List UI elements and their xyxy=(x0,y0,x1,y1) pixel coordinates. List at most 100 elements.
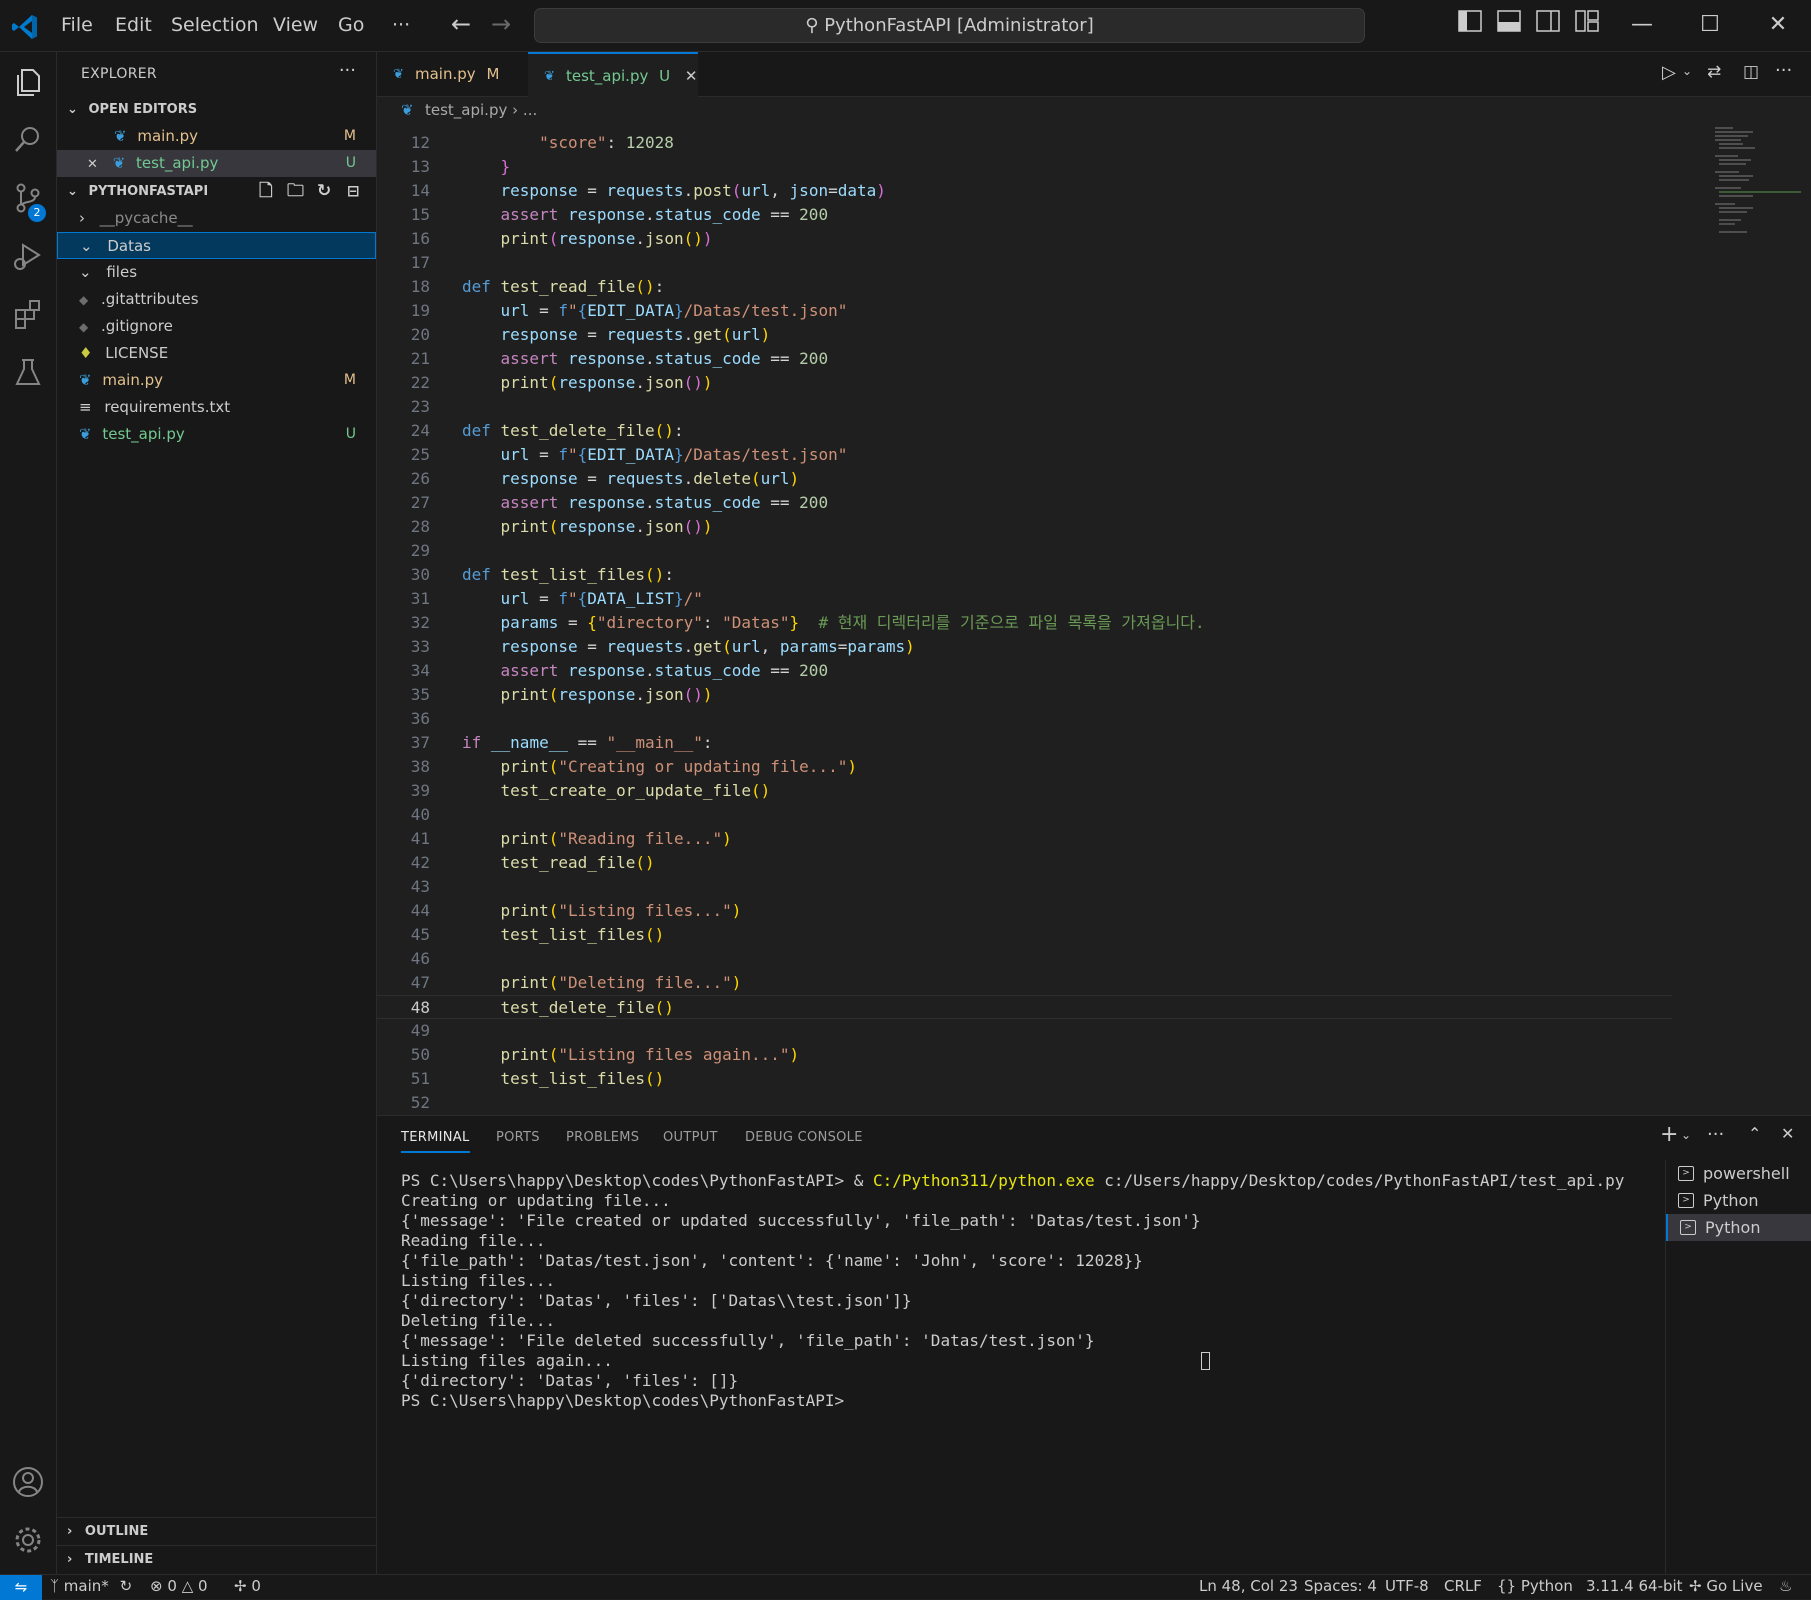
code-line[interactable]: 20 response = requests.get(url) xyxy=(377,323,1677,347)
tree-item-files[interactable]: ⌄ files xyxy=(57,259,376,286)
terminal-dropdown-chevron-icon[interactable]: ⌄ xyxy=(1681,1128,1691,1142)
code-line[interactable]: 17 xyxy=(377,251,1677,275)
panel-more-actions-icon[interactable]: ··· xyxy=(1707,1124,1724,1145)
language-mode[interactable]: {} Python xyxy=(1497,1577,1573,1595)
search-icon[interactable] xyxy=(10,122,46,158)
code-line[interactable]: 52 xyxy=(377,1091,1677,1115)
tree-item-license[interactable]: ♦ LICENSE xyxy=(57,340,376,367)
menu-more[interactable]: ··· xyxy=(392,14,410,36)
tab-terminal[interactable]: TERMINAL xyxy=(401,1130,470,1153)
menu-go[interactable]: Go xyxy=(338,14,364,36)
tree-item-test-api-py[interactable]: ❦ test_api.py U xyxy=(57,421,376,448)
minimap[interactable] xyxy=(1713,125,1803,245)
go-live-button[interactable]: ✢ Go Live xyxy=(1689,1577,1763,1595)
code-line[interactable]: 50 print("Listing files again...") xyxy=(377,1043,1677,1067)
code-line[interactable]: 45 test_list_files() xyxy=(377,923,1677,947)
code-line[interactable]: 51 test_list_files() xyxy=(377,1067,1677,1091)
minimize-icon[interactable]: — xyxy=(1627,10,1657,40)
maximize-icon[interactable]: ☐ xyxy=(1695,10,1725,40)
manage-gear-icon[interactable] xyxy=(10,1522,46,1558)
code-line[interactable]: 13 } xyxy=(377,155,1677,179)
code-line[interactable]: 31 url = f"{DATA_LIST}/" xyxy=(377,587,1677,611)
code-line[interactable]: 22 print(response.json()) xyxy=(377,371,1677,395)
code-line[interactable]: 25 url = f"{EDIT_DATA}/Datas/test.json" xyxy=(377,443,1677,467)
tab-debug-console[interactable]: DEBUG CONSOLE xyxy=(745,1130,863,1145)
code-line[interactable]: 33 response = requests.get(url, params=p… xyxy=(377,635,1677,659)
code-line[interactable]: 40 xyxy=(377,803,1677,827)
code-line[interactable]: 38 print("Creating or updating file...") xyxy=(377,755,1677,779)
toggle-primary-sidebar-icon[interactable] xyxy=(1455,10,1485,40)
toggle-secondary-sidebar-icon[interactable] xyxy=(1533,10,1563,40)
terminal-instance-powershell[interactable]: > powershell xyxy=(1666,1160,1811,1187)
vscode-logo-icon[interactable] xyxy=(10,12,40,42)
code-line[interactable]: 35 print(response.json()) xyxy=(377,683,1677,707)
open-editor-test-api-py[interactable]: ✕ ❦ test_api.py U xyxy=(57,150,376,177)
code-line[interactable]: 23 xyxy=(377,395,1677,419)
tree-item-main-py[interactable]: ❦ main.py M xyxy=(57,367,376,394)
project-header[interactable]: ⌄ PYTHONFASTAPI 🗋 🗀 ↻ ⊟ xyxy=(57,178,376,205)
cursor-position[interactable]: Ln 48, Col 23 xyxy=(1199,1577,1298,1595)
terminal-instance-python-active[interactable]: > Python xyxy=(1666,1214,1811,1241)
code-line[interactable]: 44 print("Listing files...") xyxy=(377,899,1677,923)
accounts-icon[interactable] xyxy=(10,1464,46,1500)
code-line[interactable]: 32 params = {"directory": "Datas"} # 현재 … xyxy=(377,611,1677,635)
code-line[interactable]: 18 def test_read_file(): xyxy=(377,275,1677,299)
run-dropdown-chevron-icon[interactable]: ⌄ xyxy=(1682,64,1692,78)
code-line[interactable]: 30 def test_list_files(): xyxy=(377,563,1677,587)
code-line[interactable]: 42 test_read_file() xyxy=(377,851,1677,875)
code-line[interactable]: 46 xyxy=(377,947,1677,971)
close-tab-icon[interactable]: ✕ xyxy=(685,67,698,85)
code-line[interactable]: 14 response = requests.post(url, json=da… xyxy=(377,179,1677,203)
run-python-file-icon[interactable]: ▷ xyxy=(1662,62,1676,83)
tree-item-gitattributes[interactable]: ◆ .gitattributes xyxy=(57,286,376,313)
breadcrumb-file[interactable]: test_api.py xyxy=(425,101,507,119)
code-line[interactable]: 48 test_delete_file() xyxy=(377,995,1672,1019)
code-line[interactable]: 21 assert response.status_code == 200 xyxy=(377,347,1677,371)
toggle-panel-icon[interactable] xyxy=(1494,10,1524,40)
code-line[interactable]: 27 assert response.status_code == 200 xyxy=(377,491,1677,515)
menu-edit[interactable]: Edit xyxy=(115,14,152,36)
code-line[interactable]: 15 assert response.status_code == 200 xyxy=(377,203,1677,227)
problems-status[interactable]: ⊗ 0 △ 0 xyxy=(150,1577,208,1595)
tree-item-datas[interactable]: ⌄ Datas xyxy=(57,232,376,259)
code-editor[interactable]: 12 "score": 12028 13 } 14 response = reque… xyxy=(377,125,1811,1115)
collapse-all-icon[interactable]: ⊟ xyxy=(347,178,360,205)
ports-status[interactable]: ✢ 0 xyxy=(234,1577,261,1595)
remote-indicator-icon[interactable]: ⇋ xyxy=(0,1575,42,1600)
sync-icon[interactable]: ↻ xyxy=(120,1577,133,1595)
forward-arrow-icon[interactable]: → xyxy=(491,10,511,38)
tab-test-api-py[interactable]: ❦ test_api.py U ✕ xyxy=(528,52,698,97)
command-center-search[interactable]: ⚲ PythonFastAPI [Administrator] xyxy=(534,8,1365,43)
line-ending[interactable]: CRLF xyxy=(1444,1577,1482,1595)
tree-item-requirements[interactable]: ≡ requirements.txt xyxy=(57,394,376,421)
outline-header[interactable]: › OUTLINE xyxy=(57,1517,376,1544)
code-line[interactable]: 34 assert response.status_code == 200 xyxy=(377,659,1677,683)
back-arrow-icon[interactable]: ← xyxy=(451,10,471,38)
terminal-instance-python[interactable]: > Python xyxy=(1666,1187,1811,1214)
testing-flask-icon[interactable] xyxy=(10,354,46,390)
tab-main-py[interactable]: ❦ main.py M xyxy=(377,52,527,97)
branch-status[interactable]: ᛉ main* ↻ xyxy=(50,1577,132,1595)
menu-file[interactable]: File xyxy=(61,14,93,36)
open-editors-header[interactable]: ⌄ OPEN EDITORS xyxy=(57,96,376,123)
encoding[interactable]: UTF-8 xyxy=(1385,1577,1429,1595)
code-line[interactable]: 19 url = f"{EDIT_DATA}/Datas/test.json" xyxy=(377,299,1677,323)
menu-view[interactable]: View xyxy=(273,14,318,36)
new-file-icon[interactable]: 🗋 xyxy=(259,178,273,205)
run-debug-icon[interactable] xyxy=(10,238,46,274)
explorer-icon[interactable] xyxy=(10,64,46,100)
code-line[interactable]: 12 "score": 12028 xyxy=(377,131,1677,155)
code-line[interactable]: 39 test_create_or_update_file() xyxy=(377,779,1677,803)
extensions-icon[interactable] xyxy=(10,296,46,332)
notifications-bell-icon[interactable]: ♨ xyxy=(1779,1577,1792,1595)
close-panel-icon[interactable]: ✕ xyxy=(1781,1124,1794,1143)
code-line[interactable]: 37 if __name__ == "__main__": xyxy=(377,731,1677,755)
editor-more-actions-icon[interactable]: ··· xyxy=(1775,60,1792,81)
close-editor-icon[interactable]: ✕ xyxy=(87,157,98,172)
tree-item-gitignore[interactable]: ◆ .gitignore xyxy=(57,313,376,340)
code-line[interactable]: 29 xyxy=(377,539,1677,563)
refresh-icon[interactable]: ↻ xyxy=(317,178,331,205)
open-editor-main-py[interactable]: ❦ main.py M xyxy=(57,123,376,150)
open-changes-icon[interactable]: ⇄ xyxy=(1707,62,1721,82)
tab-ports[interactable]: PORTS xyxy=(496,1130,540,1145)
